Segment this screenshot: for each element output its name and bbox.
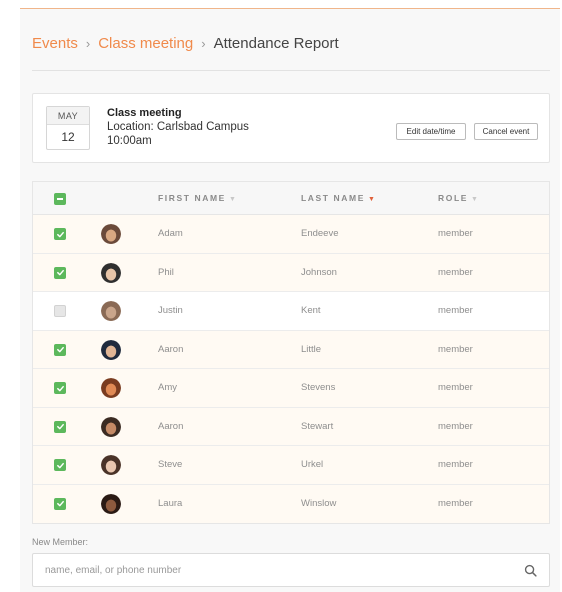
cell-first-name: Amy	[158, 382, 177, 393]
header-divider	[32, 70, 550, 71]
column-header-label: LAST NAME	[301, 193, 365, 203]
table-header: FIRST NAME ▼ LAST NAME ▼ ROLE ▼	[33, 182, 549, 215]
cell-role: member	[438, 420, 473, 432]
checkmark-icon	[56, 423, 64, 430]
cell-last-name: Winslow	[301, 497, 337, 509]
column-header-label: FIRST NAME	[158, 193, 226, 203]
cell-last-name: Stewart	[301, 420, 334, 432]
table-row: Aaron Stewart member	[33, 407, 549, 446]
attendance-checkbox[interactable]	[54, 382, 66, 394]
attendance-checkbox[interactable]	[54, 228, 66, 240]
event-day: 12	[61, 130, 75, 144]
table-row: Phil Johnson member	[33, 253, 549, 292]
attendance-checkbox[interactable]	[54, 266, 66, 279]
event-month: MAY	[47, 107, 89, 125]
avatar	[101, 416, 121, 437]
cell-first-name: Phil	[158, 266, 174, 278]
avatar	[101, 493, 121, 514]
avatar	[101, 378, 121, 398]
column-header-role[interactable]: ROLE ▼	[438, 182, 480, 216]
breadcrumb-chevron-icon: ›	[201, 36, 206, 51]
caret-down-icon: ▼	[228, 196, 238, 203]
cell-last-name: Little	[301, 343, 322, 355]
breadcrumb-link-class-meeting[interactable]: Class meeting	[98, 35, 193, 52]
checkmark-icon	[56, 500, 64, 507]
attendance-checkbox[interactable]	[54, 459, 66, 471]
table-row: Aaron Little member	[33, 330, 549, 369]
cell-role: member	[438, 459, 473, 470]
cell-first-name: Adam	[158, 228, 183, 239]
cell-role: member	[438, 305, 473, 316]
table-row: Adam Endeeve member	[33, 215, 549, 254]
minus-icon	[57, 198, 63, 200]
column-header-label: ROLE	[438, 193, 469, 203]
cell-role: member	[438, 266, 473, 278]
avatar	[101, 339, 121, 360]
cell-last-name: Endeeve	[301, 228, 339, 239]
cell-role: member	[438, 228, 473, 239]
checkmark-icon	[56, 385, 64, 391]
caret-down-icon: ▼	[367, 196, 377, 203]
checkmark-icon	[56, 269, 64, 276]
attendance-checkbox[interactable]	[54, 343, 66, 356]
avatar	[101, 301, 121, 321]
column-header-last-name[interactable]: LAST NAME ▼	[301, 182, 377, 216]
table-row: Justin Kent member	[33, 292, 549, 331]
column-header-first-name[interactable]: FIRST NAME ▼	[158, 182, 237, 216]
attendance-checkbox[interactable]	[54, 497, 66, 510]
avatar	[101, 262, 121, 283]
event-time: 10:00am	[107, 135, 152, 147]
checkmark-icon	[56, 462, 64, 468]
caret-down-icon: ▼	[471, 196, 480, 203]
cell-last-name: Kent	[301, 305, 321, 316]
page-title: Attendance Report	[213, 35, 339, 52]
cell-first-name: Aaron	[158, 343, 184, 355]
event-date-badge: MAY 12	[46, 106, 90, 150]
breadcrumb-chevron-icon: ›	[85, 36, 91, 51]
new-member-field	[32, 553, 550, 587]
attendance-table: FIRST NAME ▼ LAST NAME ▼ ROLE ▼ Adam Endeeve…	[32, 181, 550, 524]
cell-last-name: Urkel	[301, 459, 324, 470]
avatar	[101, 455, 121, 475]
search-icon[interactable]	[524, 564, 537, 577]
attendance-checkbox[interactable]	[54, 305, 66, 317]
cell-last-name: Stevens	[301, 382, 336, 393]
event-location: Location: Carlsbad Campus	[107, 121, 249, 133]
cell-first-name: Justin	[158, 305, 183, 316]
cell-first-name: Aaron	[158, 420, 184, 432]
edit-datetime-button[interactable]: Edit date/time	[396, 123, 466, 140]
new-member-label: New Member:	[32, 537, 89, 547]
table-row: Steve Urkel member	[33, 446, 549, 485]
event-card: MAY 12 Class meeting Location: Carlsbad …	[32, 93, 550, 163]
event-info: Class meeting Location: Carlsbad Campus …	[107, 106, 249, 148]
cell-role: member	[438, 382, 473, 393]
breadcrumb-link-events[interactable]: Events	[32, 35, 78, 52]
cell-first-name: Steve	[158, 459, 183, 470]
table-row: Laura Winslow member	[33, 484, 549, 523]
event-title: Class meeting	[107, 107, 182, 119]
cancel-event-button[interactable]: Cancel event	[474, 123, 538, 140]
attendance-checkbox[interactable]	[54, 420, 66, 433]
cell-role: member	[438, 497, 473, 509]
attendance-panel: Events › Class meeting › Attendance Repo…	[20, 8, 560, 592]
checkmark-icon	[56, 346, 64, 353]
table-row: Amy Stevens member	[33, 369, 549, 408]
cell-first-name: Laura	[158, 497, 183, 509]
checkmark-icon	[56, 231, 64, 237]
new-member-input[interactable]	[33, 554, 513, 586]
cell-role: member	[438, 343, 473, 355]
breadcrumb: Events › Class meeting › Attendance Repo…	[32, 35, 339, 52]
select-all-checkbox[interactable]	[54, 193, 66, 205]
cell-last-name: Johnson	[301, 266, 337, 278]
avatar	[101, 224, 121, 244]
table-body: Adam Endeeve member Phil Johnson member Justin…	[33, 215, 549, 523]
